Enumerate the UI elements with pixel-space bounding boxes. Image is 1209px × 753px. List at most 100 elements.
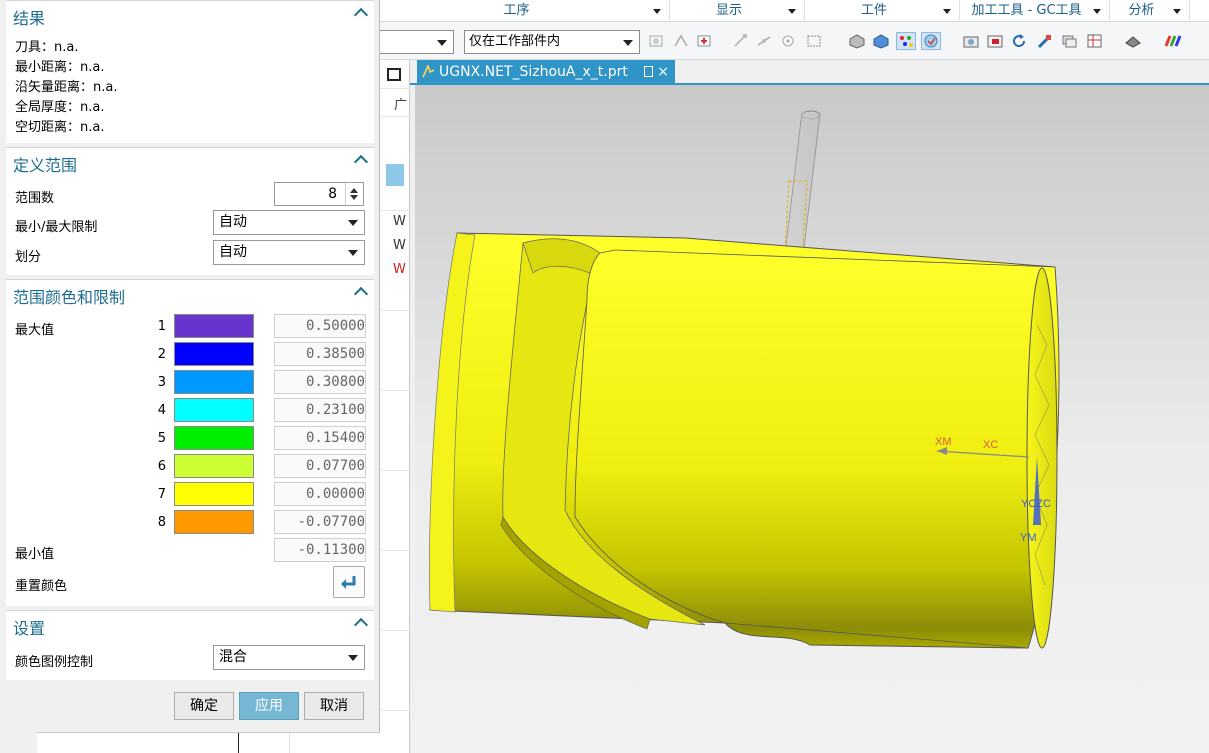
range-color-swatch[interactable] [174,398,254,422]
shaded-cube-icon[interactable] [872,33,890,49]
minmax-limit-label: 最小/最大限制 [15,220,98,235]
range-index: 8 [157,515,166,530]
navigator-table-remnant [37,732,380,753]
color-palette-icon[interactable] [1164,33,1182,49]
range-color-swatch[interactable] [174,482,254,506]
chevron-down-icon[interactable] [788,9,796,14]
ribbon-tab[interactable]: 加工工具 - GC工具 [960,0,1110,22]
snap-icon[interactable] [648,33,666,49]
range-limit-value[interactable]: 0.07700 [274,454,366,478]
division-select[interactable]: 自动 [213,240,365,265]
range-color-swatch[interactable] [174,454,254,478]
thickness-analysis-dialog: 结果 刀具：n.a. 最小距离：n.a. 沿矢量距离：n.a. 全局厚度：n.a… [0,0,380,732]
collapse-chevron-icon[interactable] [353,154,369,170]
max-value-label: 最大值 [15,323,55,338]
range-index: 1 [157,319,166,334]
range-limit-value[interactable]: 0.00000 [274,482,366,506]
reset-colors-button[interactable] [333,566,365,598]
nav-selected-row[interactable] [386,164,404,186]
ok-button[interactable]: 确定 [174,692,234,720]
nav-row[interactable]: W [393,262,406,277]
collapse-chevron-icon[interactable] [353,286,369,302]
legend-control-select[interactable]: 混合 [213,645,365,670]
box-select-icon[interactable] [806,33,824,49]
colors-section: 最大值 1 0.50000 2 0.38500 3 0.30800 4 0.23… [6,309,374,606]
range-limit-value[interactable]: 0.15400 [274,426,366,450]
range-index: 7 [157,487,166,502]
collapse-chevron-icon[interactable] [353,617,369,633]
ribbon-tab-label: 分析 [1128,3,1155,18]
result-air-cut-distance: 空切距离：n.a. [15,120,105,135]
minmax-limit-select[interactable]: 自动 [213,210,365,235]
graphics-window-tab[interactable]: UGNX.NET_SizhouA_x_t.prt × [417,60,675,84]
range-index: 2 [157,347,166,362]
range-color-swatch[interactable] [174,510,254,534]
settings-section: 颜色图例控制 混合 [6,640,374,680]
results-section-header[interactable]: 结果 [6,0,374,30]
toolbar: 仅在工作部件内 [376,22,1209,60]
filter-select[interactable] [376,30,454,54]
layers-icon[interactable] [1060,33,1078,49]
range-color-swatch[interactable] [174,370,254,394]
range-color-swatch[interactable] [174,426,254,450]
nav-row[interactable]: W [393,214,406,229]
chevron-down-icon[interactable] [1173,9,1181,14]
axis-label-ym: YM [1020,532,1037,544]
pin-icon[interactable] [644,66,653,77]
ribbon-tab-label: 工序 [503,3,530,18]
nav-row[interactable]: W [393,238,406,253]
increment-icon[interactable] [350,188,358,193]
settings-section-header[interactable]: 设置 [6,610,374,640]
axis-label-xc: XC [983,439,998,451]
ribbon-tab-bar: 工序 显示 工件 加工工具 - GC工具 分析 [380,0,1209,22]
collapse-chevron-icon[interactable] [353,7,369,23]
close-icon[interactable]: × [657,60,669,84]
range-section-header[interactable]: 定义范围 [6,147,374,177]
division-label: 划分 [15,250,42,265]
range-limit-value[interactable]: 0.30800 [274,370,366,394]
range-count-stepper[interactable]: 8 [274,182,364,206]
scope-select[interactable]: 仅在工作部件内 [464,30,640,54]
center-icon[interactable] [780,33,798,49]
min-value-field[interactable]: -0.11300 [274,538,366,562]
refresh-icon[interactable] [1010,33,1028,49]
range-limit-value[interactable]: 0.38500 [274,342,366,366]
chevron-down-icon[interactable] [653,9,661,14]
ribbon-tab[interactable]: 工件 [805,0,960,22]
solid-icon[interactable] [848,33,866,49]
add-point-icon[interactable] [696,33,714,49]
graphics-viewport[interactable]: XM XC YCZC YM [415,85,1209,753]
cancel-button[interactable]: 取消 [304,692,364,720]
range-limit-value[interactable]: -0.07700 [274,510,366,534]
axis-label-xm: XM [935,436,952,448]
range-color-swatch[interactable] [174,314,254,338]
maximize-icon[interactable] [387,68,401,81]
range-color-swatch[interactable] [174,342,254,366]
apply-button[interactable]: 应用 [239,692,299,720]
color-points-icon[interactable] [896,32,916,50]
range-limit-value[interactable]: 0.50000 [274,314,366,338]
analysis-view-icon[interactable] [921,32,941,50]
results-section: 刀具：n.a. 最小距离：n.a. 沿矢量距离：n.a. 全局厚度：n.a. 空… [6,30,374,143]
range-index: 6 [157,459,166,474]
range-section: 范围数 8 最小/最大限制 自动 划分 自动 [6,177,374,275]
display-mode-icon[interactable] [1124,33,1142,49]
chevron-down-icon[interactable] [1093,9,1101,14]
ribbon-tab-label: 显示 [715,3,742,18]
camera-icon[interactable] [962,33,980,49]
reset-colors-label: 重置颜色 [15,579,68,594]
image-icon[interactable] [986,33,1004,49]
range-limit-value[interactable]: 0.23100 [274,398,366,422]
endpoint-icon[interactable] [732,33,750,49]
ribbon-tab[interactable]: 分析 [1110,0,1190,22]
midpoint-icon[interactable] [756,33,774,49]
ribbon-tab[interactable]: 显示 [670,0,805,22]
colors-section-header[interactable]: 范围颜色和限制 [6,279,374,309]
range-count-label: 范围数 [15,191,55,206]
point-snap-icon[interactable] [672,33,690,49]
brush-icon[interactable] [1036,33,1054,49]
decrement-icon[interactable] [350,195,358,200]
chevron-down-icon[interactable] [943,9,951,14]
grid-icon[interactable] [1086,33,1104,49]
ribbon-tab[interactable]: 工序 [380,0,670,22]
